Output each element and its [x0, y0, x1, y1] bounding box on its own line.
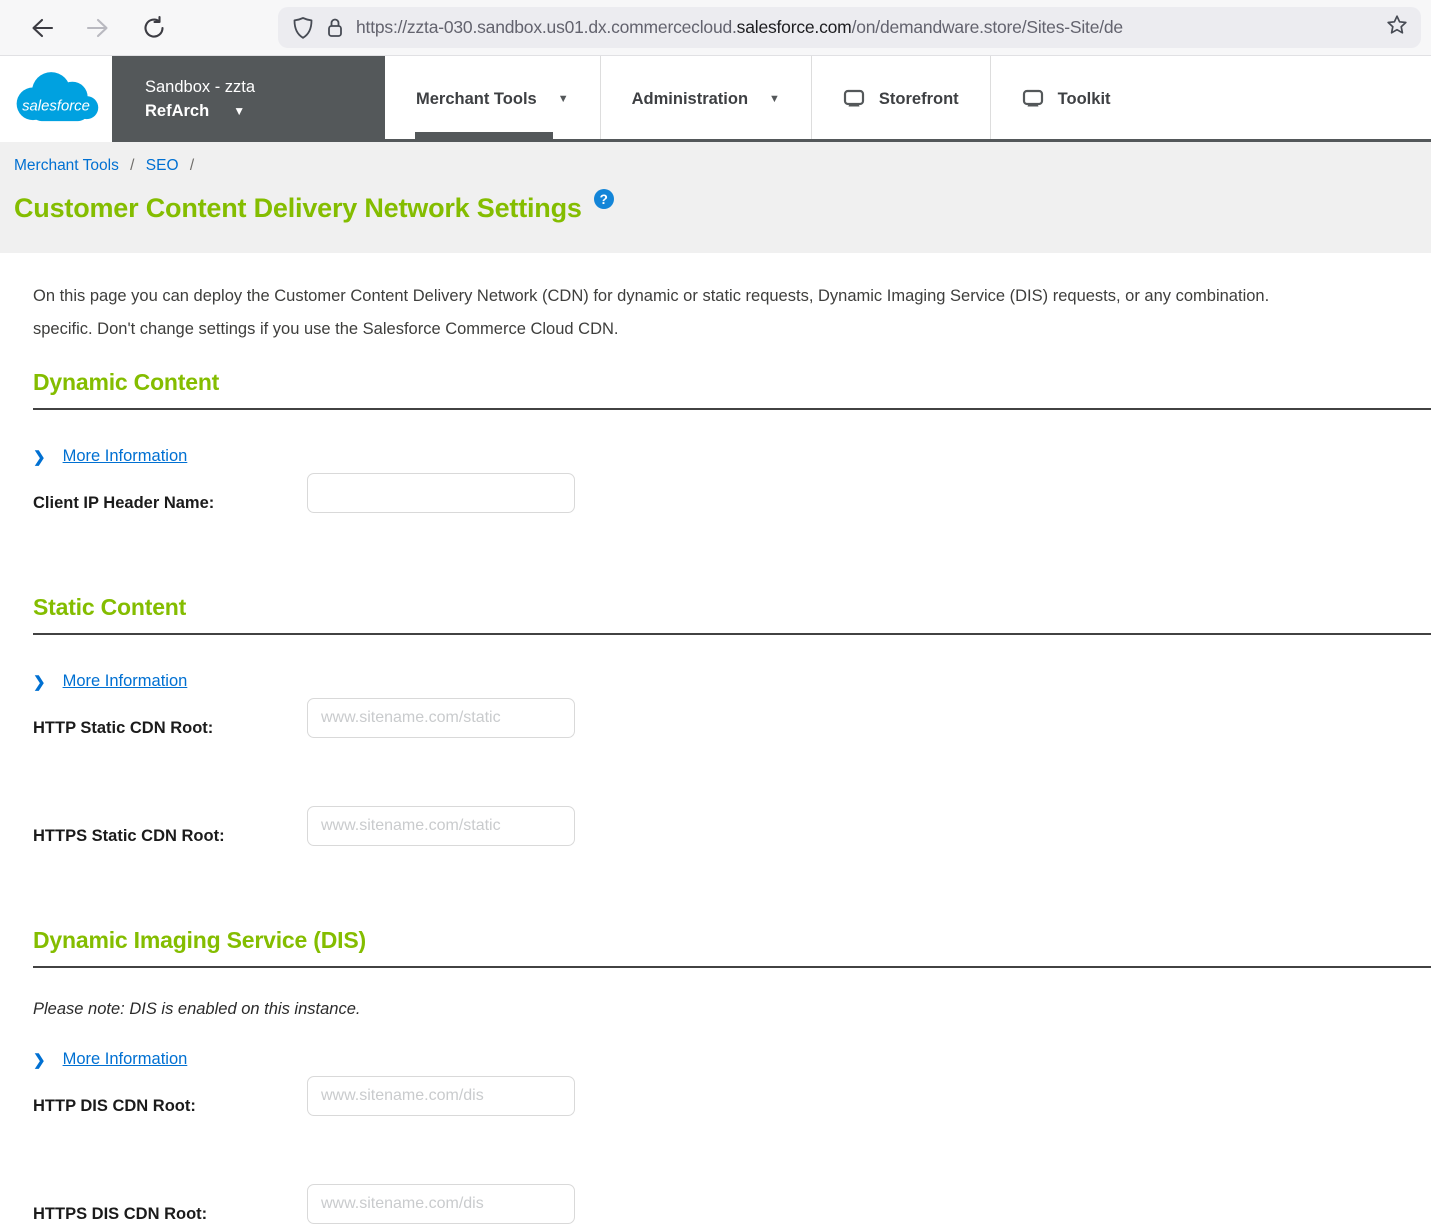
browser-reload-button[interactable] — [134, 8, 174, 48]
more-information-link[interactable]: ❯ More Information — [33, 672, 187, 691]
dis-enabled-note: Please note: DIS is enabled on this inst… — [33, 1000, 361, 1018]
title-band: Merchant Tools / SEO / Customer Content … — [0, 142, 1431, 253]
url-text: https://zzta-030.sandbox.us01.dx.commerc… — [356, 17, 1123, 37]
main-content: On this page you can deploy the Customer… — [0, 253, 1431, 1224]
section-rule — [33, 408, 1431, 410]
nav-toolkit[interactable]: Toolkit — [989, 56, 1142, 142]
chevron-down-icon: ▼ — [557, 93, 569, 105]
breadcrumb: Merchant Tools / SEO / — [14, 157, 1431, 175]
field-https-static-cdn-root: HTTPS Static CDN Root: — [33, 806, 1431, 846]
breadcrumb-seo[interactable]: SEO — [146, 157, 179, 174]
section-rule — [33, 966, 1431, 968]
section-title: Dynamic Content — [33, 369, 220, 395]
instance-name: Sandbox - zzta — [145, 77, 256, 96]
chevron-right-icon: ❯ — [33, 1051, 46, 1069]
field-https-dis-cdn-root: HTTPS DIS CDN Root: — [33, 1184, 1431, 1224]
reload-icon — [144, 15, 164, 38]
monitor-icon — [1022, 89, 1044, 109]
nav-storefront[interactable]: Storefront — [810, 56, 990, 142]
monitor-icon — [843, 89, 865, 109]
back-arrow-icon — [32, 18, 54, 37]
forward-arrow-icon — [86, 18, 108, 37]
section-title: Dynamic Imaging Service (DIS) — [33, 927, 366, 953]
page-description-line1: On this page you can deploy the Customer… — [33, 287, 1270, 305]
bookmark-star-icon[interactable] — [1385, 13, 1409, 42]
field-label: HTTP Static CDN Root: — [33, 719, 214, 737]
site-name: RefArch — [145, 101, 210, 120]
breadcrumb-separator: / — [130, 157, 135, 174]
shield-icon[interactable] — [292, 16, 314, 40]
chevron-down-icon: ▼ — [233, 104, 246, 118]
nav-administration[interactable]: Administration ▼ — [599, 56, 811, 142]
url-bar[interactable]: https://zzta-030.sandbox.us01.dx.commerc… — [278, 7, 1421, 48]
breadcrumb-merchant-tools[interactable]: Merchant Tools — [14, 157, 119, 174]
field-label: Client IP Header Name: — [33, 494, 215, 512]
svg-text:salesforce: salesforce — [22, 99, 90, 115]
browser-back-button[interactable] — [22, 8, 62, 48]
salesforce-cloud-icon: salesforce — [16, 72, 99, 122]
browser-chrome: https://zzta-030.sandbox.us01.dx.commerc… — [0, 0, 1431, 56]
field-http-dis-cdn-root: HTTP DIS CDN Root: — [33, 1076, 1431, 1116]
section-dis: Dynamic Imaging Service (DIS) Please not… — [33, 927, 1431, 1224]
main-nav: Merchant Tools ▼ Administration ▼ Storef… — [385, 56, 1142, 142]
section-title: Static Content — [33, 594, 187, 620]
field-label: HTTP DIS CDN Root: — [33, 1097, 196, 1115]
instance-selector[interactable]: Sandbox - zzta RefArch ▼ — [112, 56, 385, 142]
lock-icon[interactable] — [326, 16, 344, 40]
field-label: HTTPS Static CDN Root: — [33, 827, 225, 845]
chevron-right-icon: ❯ — [33, 673, 46, 691]
https-static-cdn-root-input[interactable] — [307, 806, 575, 846]
chevron-down-icon: ▼ — [769, 93, 780, 105]
page-title: Customer Content Delivery Network Settin… — [14, 193, 582, 223]
more-information-link[interactable]: ❯ More Information — [33, 447, 187, 466]
salesforce-logo[interactable]: salesforce — [0, 56, 112, 142]
breadcrumb-separator: / — [189, 157, 195, 174]
field-http-static-cdn-root: HTTP Static CDN Root: — [33, 698, 1431, 738]
help-icon[interactable]: ? — [593, 189, 614, 209]
field-client-ip-header-name: Client IP Header Name: — [33, 473, 1431, 513]
app-header: salesforce Sandbox - zzta RefArch ▼ Merc… — [0, 56, 1431, 142]
http-static-cdn-root-input[interactable] — [307, 698, 575, 738]
page-description-line2: specific. Don't change settings if you u… — [33, 320, 619, 338]
http-dis-cdn-root-input[interactable] — [307, 1076, 575, 1116]
section-dynamic-content: Dynamic Content ❯ More Information Clien… — [33, 369, 1431, 513]
field-label: HTTPS DIS CDN Root: — [33, 1205, 208, 1223]
https-dis-cdn-root-input[interactable] — [307, 1184, 575, 1224]
header-divider — [112, 139, 1431, 142]
more-information-link[interactable]: ❯ More Information — [33, 1050, 187, 1069]
section-static-content: Static Content ❯ More Information HTTP S… — [33, 594, 1431, 846]
nav-merchant-tools[interactable]: Merchant Tools ▼ — [385, 56, 600, 142]
browser-forward-button[interactable] — [78, 8, 118, 48]
client-ip-header-name-input[interactable] — [307, 473, 575, 513]
chevron-right-icon: ❯ — [33, 448, 46, 466]
section-rule — [33, 633, 1431, 635]
